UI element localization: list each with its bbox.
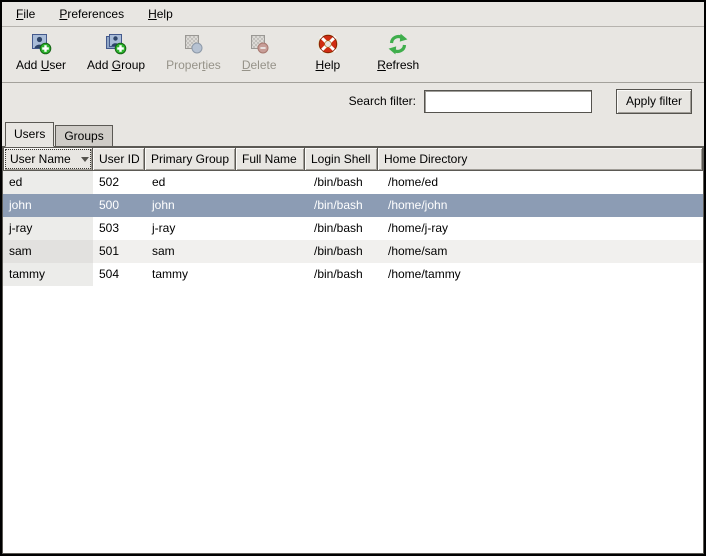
menu-bar: File Preferences Help	[2, 2, 704, 27]
delete-icon	[247, 32, 271, 56]
refresh-label: Refresh	[377, 58, 419, 72]
delete-button: Delete	[238, 31, 281, 73]
properties-button: Properties	[162, 31, 225, 73]
table-row-john-selected[interactable]: john 500 john /bin/bash /home/john	[3, 194, 703, 217]
refresh-button[interactable]: Refresh	[373, 31, 423, 73]
delete-label: Delete	[242, 58, 277, 72]
add-user-icon	[29, 32, 53, 56]
help-icon	[316, 32, 340, 56]
table-header-row: User Name User ID Primary Group Full Nam…	[3, 147, 703, 171]
users-table: User Name User ID Primary Group Full Nam…	[2, 147, 704, 554]
table-row-sam[interactable]: sam 501 sam /bin/bash /home/sam	[3, 240, 703, 263]
menu-preferences[interactable]: Preferences	[51, 4, 132, 24]
toolbar: Add User Add Group	[2, 27, 704, 83]
table-row-j-ray[interactable]: j-ray 503 j-ray /bin/bash /home/j-ray	[3, 217, 703, 240]
menu-help[interactable]: Help	[140, 4, 181, 24]
column-header-user-name[interactable]: User Name	[3, 147, 93, 171]
user-manager-window: File Preferences Help Add User	[0, 0, 706, 556]
search-filter-input[interactable]	[424, 90, 592, 113]
help-label: Help	[316, 58, 341, 72]
column-header-primary-group[interactable]: Primary Group	[144, 147, 236, 171]
refresh-icon	[386, 32, 410, 56]
help-button[interactable]: Help	[312, 31, 345, 73]
table-empty-area	[3, 286, 703, 553]
properties-icon	[181, 32, 205, 56]
table-row-tammy[interactable]: tammy 504 tammy /bin/bash /home/tammy	[3, 263, 703, 286]
add-group-label: Add Group	[87, 58, 145, 72]
tab-groups[interactable]: Groups	[55, 125, 112, 146]
table-row-ed[interactable]: ed 502 ed /bin/bash /home/ed	[3, 171, 703, 194]
sort-down-icon	[81, 157, 89, 162]
column-header-home-directory[interactable]: Home Directory	[377, 147, 703, 171]
menu-file[interactable]: File	[8, 4, 43, 24]
add-user-label: Add User	[16, 58, 66, 72]
add-group-button[interactable]: Add Group	[83, 31, 149, 73]
search-filter-label: Search filter:	[349, 94, 416, 108]
column-header-login-shell[interactable]: Login Shell	[304, 147, 378, 171]
properties-label: Properties	[166, 58, 221, 72]
tab-users[interactable]: Users	[5, 122, 54, 147]
add-user-button[interactable]: Add User	[12, 31, 70, 73]
column-header-full-name[interactable]: Full Name	[235, 147, 305, 171]
search-filter-row: Search filter: Apply filter	[2, 83, 704, 119]
apply-filter-button[interactable]: Apply filter	[616, 89, 692, 114]
add-group-icon	[104, 32, 128, 56]
table-body: ed 502 ed /bin/bash /home/ed john 500 jo…	[3, 171, 703, 553]
column-header-user-id[interactable]: User ID	[92, 147, 145, 171]
tab-strip: Users Groups	[2, 119, 704, 147]
